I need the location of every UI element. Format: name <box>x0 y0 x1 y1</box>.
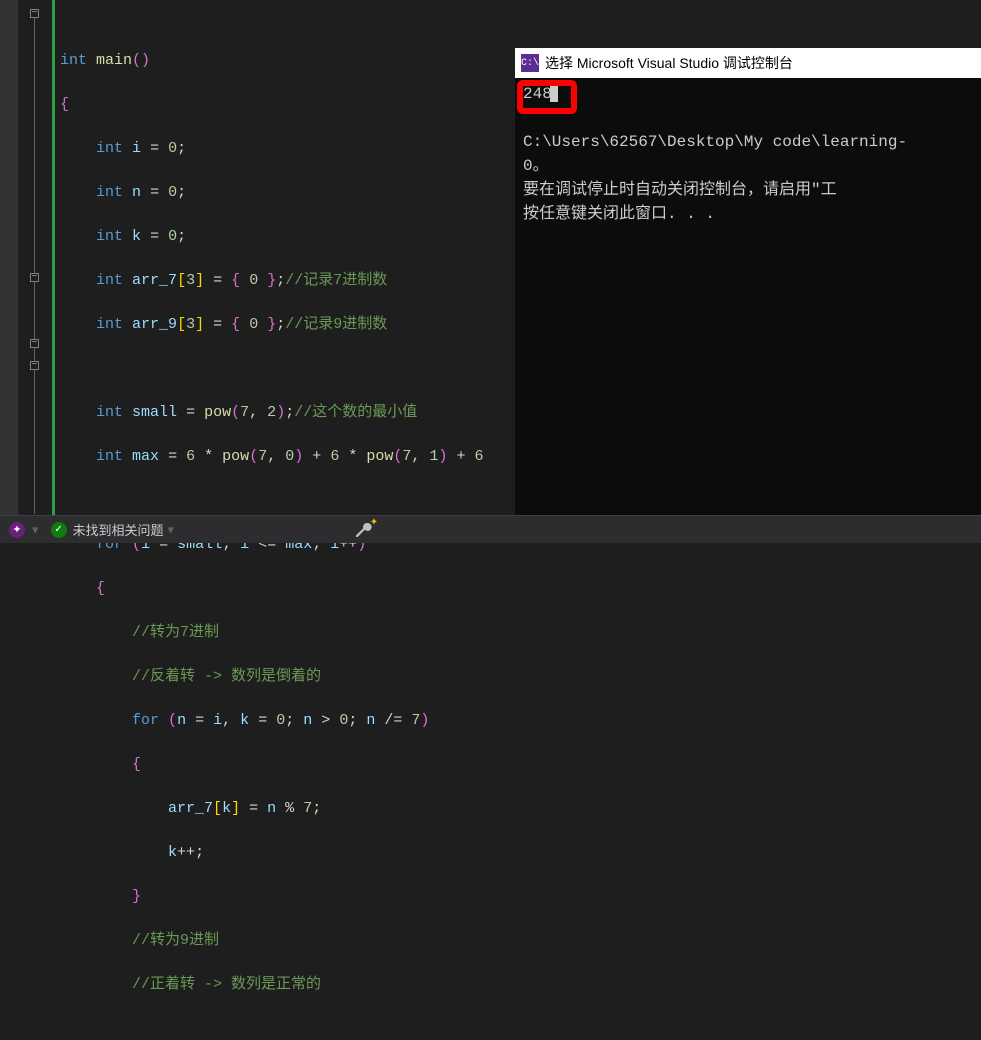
status-text: 未找到相关问题 <box>73 520 164 539</box>
code-editor[interactable]: int main() { int i = 0; int n = 0; int k… <box>0 0 515 515</box>
comment: //转为9进制 <box>132 932 219 949</box>
console-window[interactable]: C:\ 选择 Microsoft Visual Studio 调试控制台 248… <box>515 48 981 515</box>
console-title: 选择 Microsoft Visual Studio 调试控制台 <box>545 53 793 73</box>
status-bar: ✦ ▾ ✓ 未找到相关问题 ▾ ✦ <box>0 515 981 543</box>
comment: //转为7进制 <box>132 624 219 641</box>
console-msg: 要在调试停止时自动关闭控制台，请启用"工 <box>523 178 973 202</box>
comment: //正着转 -> 数列是正常的 <box>132 976 321 993</box>
comment: //记录7进制数 <box>285 272 387 289</box>
fold-icon[interactable] <box>30 273 39 282</box>
fold-icon[interactable] <box>30 361 39 370</box>
comment: //记录9进制数 <box>285 316 387 333</box>
console-titlebar[interactable]: C:\ 选择 Microsoft Visual Studio 调试控制台 <box>515 48 981 78</box>
comment: //反着转 -> 数列是倒着的 <box>132 668 321 685</box>
console-msg: 按任意键关闭此窗口. . . <box>523 202 973 226</box>
wrench-icon[interactable]: ✦ <box>354 521 372 539</box>
fold-icon[interactable] <box>30 9 39 18</box>
console-output-value: 248 <box>523 85 552 103</box>
fold-icon[interactable] <box>30 339 39 348</box>
check-icon[interactable]: ✓ <box>51 522 67 538</box>
vs-icon: C:\ <box>521 54 539 72</box>
change-indicator <box>52 0 55 515</box>
console-output[interactable]: 248 C:\Users\62567\Desktop\My code\learn… <box>515 78 981 230</box>
comment: //这个数的最小值 <box>294 404 417 421</box>
editor-gutter <box>0 0 52 515</box>
code-content[interactable]: int main() { int i = 0; int n = 0; int k… <box>52 0 515 515</box>
extension-icon[interactable]: ✦ <box>8 521 26 539</box>
console-exit: 0。 <box>523 154 973 178</box>
console-path: C:\Users\62567\Desktop\My code\learning- <box>523 130 973 154</box>
cursor-icon <box>550 86 558 102</box>
